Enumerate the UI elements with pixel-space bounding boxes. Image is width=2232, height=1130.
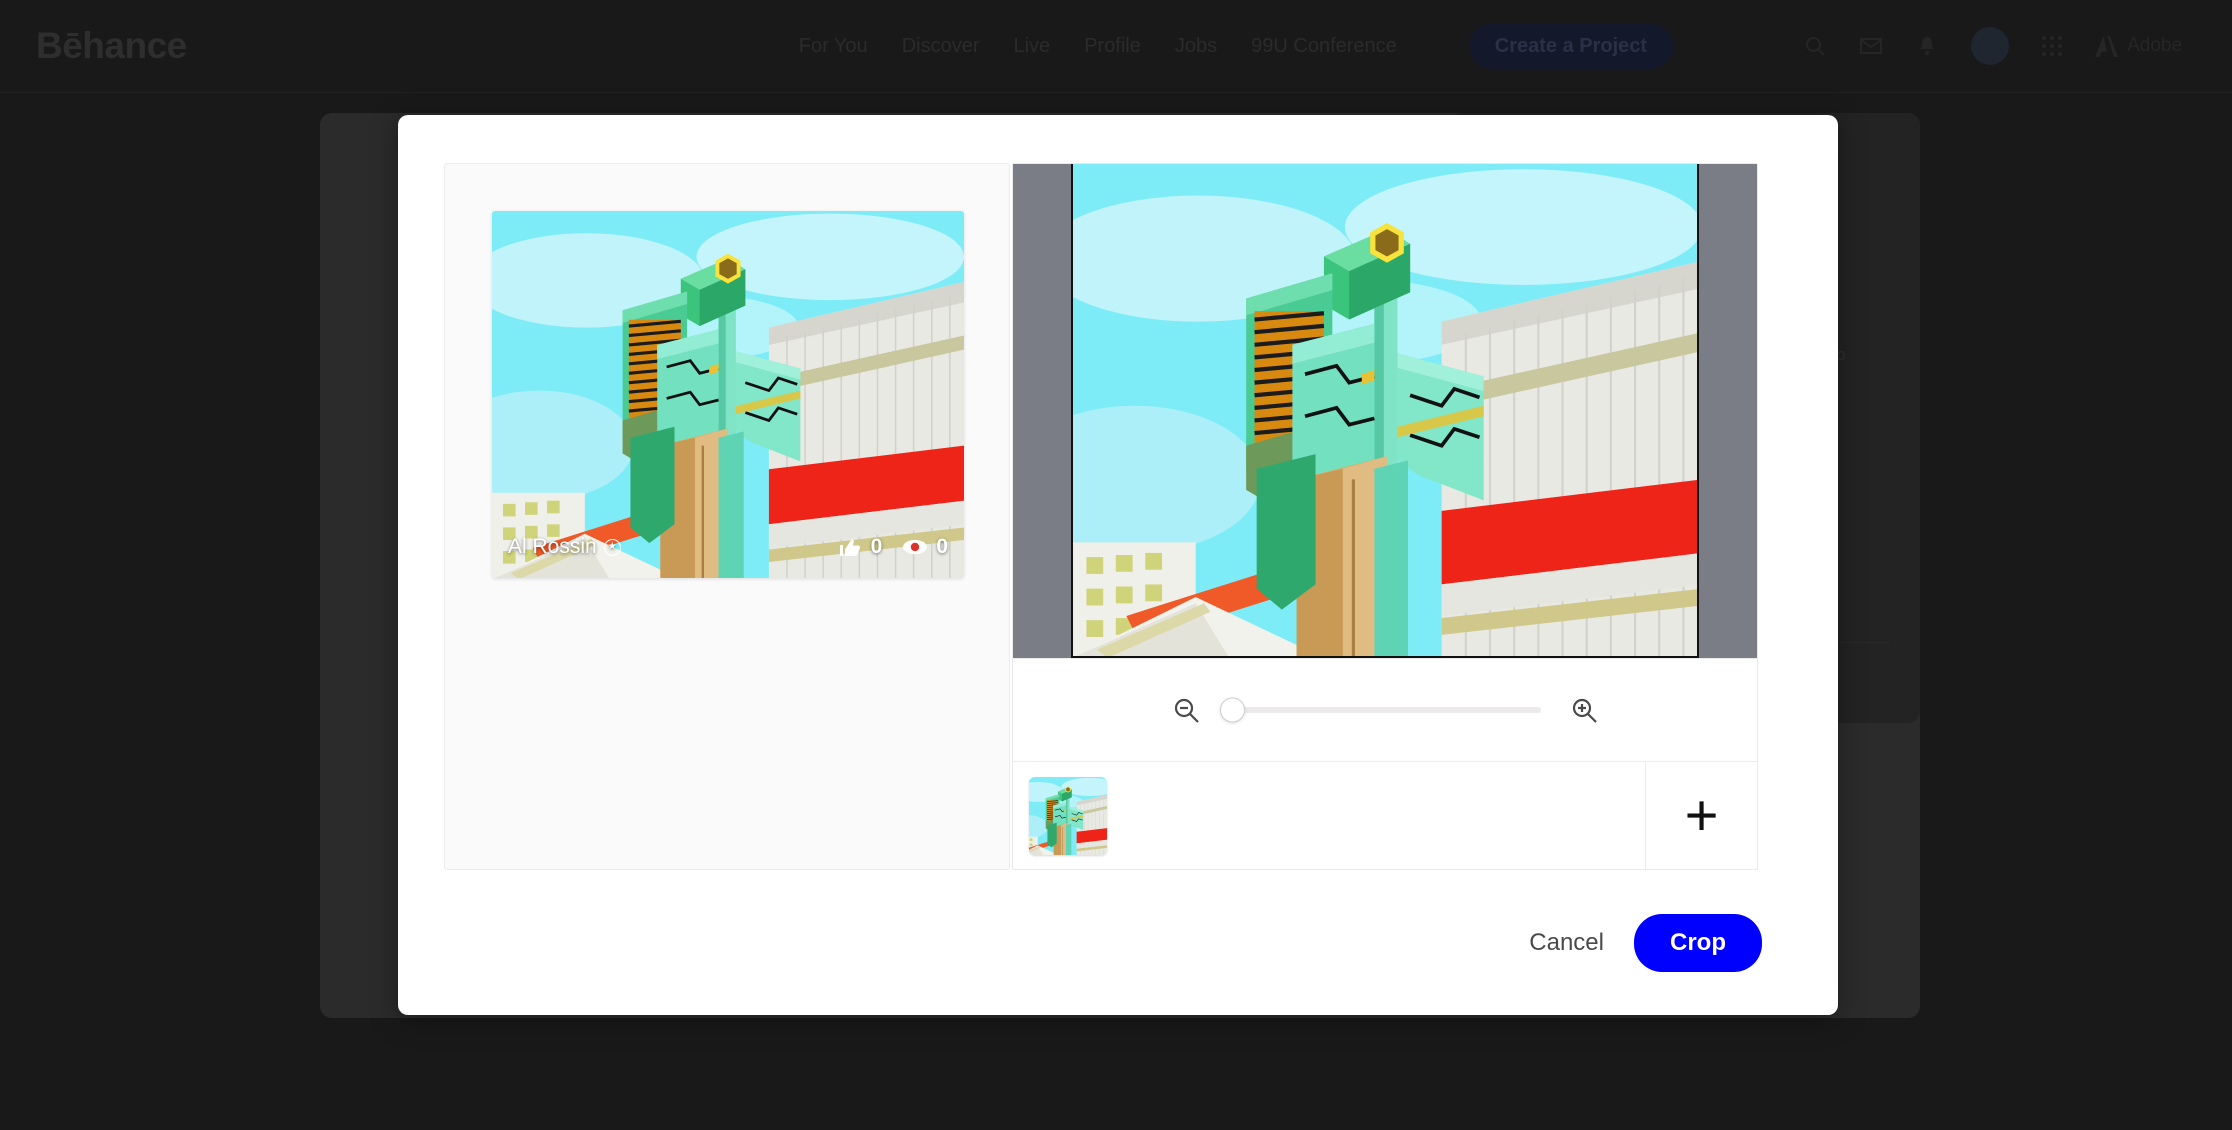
crop-artwork: [1073, 164, 1699, 658]
crop-tool-panel: +: [1012, 163, 1758, 870]
cancel-button[interactable]: Cancel: [1529, 929, 1604, 957]
nav-item-for-you[interactable]: For You: [799, 35, 868, 58]
thumbnail-item[interactable]: [1029, 776, 1107, 855]
zoom-slider[interactable]: [1220, 697, 1541, 723]
owner-name-label: Al Rossin: [508, 535, 597, 558]
zoom-slider-handle[interactable]: [1220, 697, 1245, 723]
views-count: 0: [936, 535, 948, 558]
behance-header: Bēhance For You Discover Live Profile Jo…: [0, 0, 2232, 92]
bell-icon[interactable]: [1915, 34, 1939, 58]
app-grid-icon[interactable]: [2041, 35, 2063, 57]
owner-row: Al Rossin ★: [508, 535, 621, 559]
avatar[interactable]: [1971, 27, 2010, 65]
thumbnail-artwork: [1029, 776, 1107, 855]
modal-body: Al Rossin ★ 0 0 +: [398, 115, 1838, 870]
nav-item-discover[interactable]: Discover: [902, 35, 980, 58]
nav-item-profile[interactable]: Profile: [1084, 35, 1141, 58]
adobe-brand[interactable]: Adobe: [2095, 35, 2182, 57]
behance-logo[interactable]: Bēhance: [36, 25, 187, 67]
adobe-label: Adobe: [2127, 35, 2183, 56]
project-preview-card[interactable]: Al Rossin ★ 0 0: [492, 211, 964, 578]
views-stat: 0: [902, 535, 948, 559]
thumbnail-strip: [1013, 762, 1645, 869]
appreciations-stat: 0: [839, 535, 883, 559]
add-image-button[interactable]: +: [1645, 762, 1757, 869]
crop-selection-window[interactable]: [1071, 164, 1699, 658]
zoom-controls: [1013, 658, 1757, 762]
eye-icon: [903, 540, 928, 554]
preview-panel: Al Rossin ★ 0 0: [444, 163, 1010, 870]
thumbs-up-icon: [839, 539, 860, 556]
create-a-project-button[interactable]: Create a Project: [1468, 23, 1674, 69]
crop-image-modal: Al Rossin ★ 0 0 + Cancel Crop: [398, 115, 1838, 1015]
nav-item-jobs[interactable]: Jobs: [1175, 35, 1217, 58]
thumbnail-row: +: [1013, 762, 1757, 869]
adobe-logo-icon: [2095, 35, 2119, 57]
crop-stage[interactable]: [1013, 164, 1757, 658]
crop-button[interactable]: Crop: [1634, 913, 1762, 972]
header-divider: [0, 92, 2232, 93]
zoom-in-icon[interactable]: [1567, 693, 1601, 727]
zoom-out-icon[interactable]: [1169, 693, 1203, 727]
primary-nav: For You Discover Live Profile Jobs 99U C…: [799, 23, 1674, 69]
verified-star-badge-icon: ★: [603, 538, 621, 556]
stats-row: 0 0: [839, 535, 948, 559]
preview-overlay: Al Rossin ★ 0 0: [492, 516, 964, 578]
search-icon[interactable]: [1803, 34, 1827, 58]
mail-icon[interactable]: [1859, 34, 1883, 58]
plus-icon: +: [1684, 782, 1719, 848]
appreciations-count: 0: [870, 535, 883, 558]
nav-item-99u-conference[interactable]: 99U Conference: [1251, 35, 1397, 58]
nav-item-live[interactable]: Live: [1013, 35, 1050, 58]
header-actions: Adobe: [1803, 27, 2182, 65]
modal-footer: Cancel Crop: [398, 870, 1838, 1015]
